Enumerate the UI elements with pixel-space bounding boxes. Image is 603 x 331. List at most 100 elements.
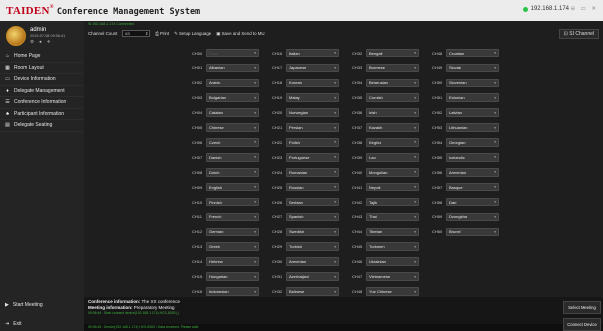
- language-select[interactable]: Turkmen ▾: [366, 242, 419, 252]
- language-select[interactable]: Polish ▾: [286, 138, 339, 147]
- si-channel-button[interactable]: ⊡ SI Channel: [558, 29, 599, 39]
- language-select[interactable]: Estonian ▾: [446, 93, 499, 103]
- language-select[interactable]: Serbian ▾: [286, 197, 339, 207]
- language-select[interactable]: Croatian ▾: [446, 48, 499, 58]
- channel-row: CH40 Mongolian ▾: [352, 167, 432, 177]
- connect-device-button[interactable]: Connect Device: [563, 318, 601, 331]
- channel-id: CH48: [352, 289, 363, 294]
- language-select[interactable]: Mongolian ▾: [366, 167, 419, 177]
- language-select[interactable]: Dzongkha ▾: [446, 212, 499, 222]
- language-value: Belarusian: [369, 80, 388, 86]
- language-value: Arabic: [209, 80, 221, 86]
- language-select[interactable]: Ukrainian ▾: [366, 257, 419, 266]
- language-select[interactable]: Hebrew ▾: [206, 257, 259, 266]
- chevron-down-icon: ▾: [414, 185, 416, 190]
- language-select[interactable]: Cornish ▾: [366, 93, 419, 103]
- language-select[interactable]: Kazakh ▾: [366, 123, 419, 132]
- sidebar-item-device-information[interactable]: ▭ Device Information: [0, 74, 84, 86]
- language-select[interactable]: Chinese ▾: [206, 123, 259, 132]
- language-select[interactable]: Finnish ▾: [206, 197, 259, 207]
- window-controls[interactable]: ⊖ ▭ ✕: [571, 6, 598, 12]
- language-select[interactable]: Bulgarian ▾: [206, 93, 259, 103]
- language-select[interactable]: Russian ▾: [286, 182, 339, 192]
- language-select[interactable]: Nepali ▾: [366, 182, 419, 192]
- language-select[interactable]: Tibetan ▾: [366, 227, 419, 237]
- language-value: Ukrainian: [369, 259, 386, 265]
- sidebar-item-delegate-management[interactable]: ♦ Delegate Management: [0, 86, 84, 97]
- language-select[interactable]: Catalan ▾: [206, 108, 259, 117]
- channel-row: CH36 Irish ▾: [352, 108, 432, 118]
- language-select[interactable]: Burmese ▾: [366, 63, 419, 73]
- channel-row: CH04 Catalan ▾: [192, 108, 272, 118]
- language-select[interactable]: Swedish ▾: [286, 227, 339, 237]
- language-select[interactable]: Vietnamese ▾: [366, 272, 419, 281]
- language-select[interactable]: Brunei ▾: [446, 227, 499, 237]
- language-select[interactable]: Armenian ▾: [446, 167, 499, 177]
- channel-count-stepper[interactable]: 63 ⇕: [122, 30, 151, 37]
- exit-button[interactable]: ⇥ Exit: [0, 317, 84, 331]
- language-select[interactable]: Floor ▾: [206, 48, 259, 58]
- language-select[interactable]: Hungarian ▾: [206, 272, 259, 281]
- language-select[interactable]: Azerbaijani ▾: [286, 272, 339, 281]
- start-meeting-button[interactable]: ▶ Start Meeting: [0, 298, 84, 312]
- language-select[interactable]: Dari ▾: [446, 197, 499, 207]
- log-line: 09:06:45 : Device(192.168.1.174) HCS-830…: [84, 324, 603, 331]
- language-select[interactable]: Danish ▾: [206, 153, 259, 162]
- language-select[interactable]: Arabic ▾: [206, 78, 259, 88]
- language-select[interactable]: Slovak ▾: [446, 63, 499, 73]
- language-select[interactable]: Yue Chinese ▾: [366, 287, 419, 296]
- language-select[interactable]: Norwegian ▾: [286, 108, 339, 117]
- language-select[interactable]: Armenian ▾: [286, 257, 339, 266]
- language-select[interactable]: Persian ▾: [286, 123, 339, 132]
- channel-row: CH47 Vietnamese ▾: [352, 272, 432, 282]
- language-select[interactable]: Latvian ▾: [446, 108, 499, 117]
- print-button[interactable]: ⎙ Print: [155, 31, 169, 36]
- language-select[interactable]: Belarusian ▾: [366, 78, 419, 88]
- language-select[interactable]: Albanian ▾: [206, 63, 259, 73]
- language-select[interactable]: Georgian ▾: [446, 138, 499, 147]
- language-value: Hebrew: [209, 259, 223, 265]
- language-select[interactable]: English ▾: [206, 182, 259, 192]
- chevron-down-icon: ▾: [254, 229, 256, 234]
- language-select[interactable]: Malay ▾: [286, 93, 339, 103]
- language-select[interactable]: Balinese ▾: [286, 287, 339, 296]
- setup-language-button[interactable]: ✎ Setup Language: [174, 31, 211, 37]
- sidebar-item-conference-information[interactable]: ☰ Conference Information: [0, 97, 84, 109]
- channel-id: CH03: [192, 95, 203, 101]
- user-action-icons[interactable]: ⚙ ♠ ✈: [30, 39, 65, 45]
- language-select[interactable]: Greek ▾: [206, 242, 259, 252]
- language-select[interactable]: Japanese ▾: [286, 63, 339, 73]
- language-value: Indonesian: [209, 289, 229, 294]
- language-select[interactable]: German ▾: [206, 227, 259, 237]
- language-select[interactable]: Korean ▾: [286, 78, 339, 88]
- language-select[interactable]: Indonesian ▾: [206, 287, 259, 296]
- language-select[interactable]: Icelandic ▾: [446, 153, 499, 162]
- language-select[interactable]: Thai ▾: [366, 212, 419, 222]
- sidebar-item-room-layout[interactable]: ▦ Room Layout: [0, 63, 84, 74]
- language-select[interactable]: Slovenian ▾: [446, 78, 499, 88]
- sidebar-item-participant-information[interactable]: ♣ Participant Information: [0, 109, 84, 120]
- chevron-down-icon: ▾: [494, 95, 496, 100]
- language-select[interactable]: Dutch ▾: [206, 167, 259, 177]
- language-select[interactable]: Spanish ▾: [286, 212, 339, 222]
- language-select[interactable]: Bengali ▾: [366, 48, 419, 58]
- sidebar-item-home-page[interactable]: ⌂ Home Page: [0, 51, 84, 63]
- language-select[interactable]: Lao ▾: [366, 153, 419, 162]
- select-meeting-button[interactable]: Select Meeting: [563, 301, 601, 314]
- language-select[interactable]: Turkish ▾: [286, 242, 339, 252]
- language-select[interactable]: Tajik ▾: [366, 197, 419, 207]
- language-select[interactable]: Irish ▾: [366, 108, 419, 117]
- save-send-button[interactable]: ▣ Save and Send to MU: [216, 31, 264, 37]
- sidebar-item-delegate-seating[interactable]: ▤ Delegate Seating: [0, 120, 84, 132]
- language-value: Albanian: [209, 65, 225, 71]
- language-select[interactable]: Italian ▾: [286, 48, 339, 58]
- language-select[interactable]: Kirghiz ▾: [366, 138, 419, 147]
- language-select[interactable]: Lithuanian ▾: [446, 123, 499, 132]
- language-select[interactable]: Czech ▾: [206, 138, 259, 147]
- language-select[interactable]: French ▾: [206, 212, 259, 222]
- language-select[interactable]: Portuguese ▾: [286, 153, 339, 162]
- language-select[interactable]: Basque ▾: [446, 182, 499, 192]
- channel-row: CH07 Danish ▾: [192, 152, 272, 162]
- channel-id: CH51: [432, 95, 443, 101]
- language-select[interactable]: Romanian ▾: [286, 167, 339, 177]
